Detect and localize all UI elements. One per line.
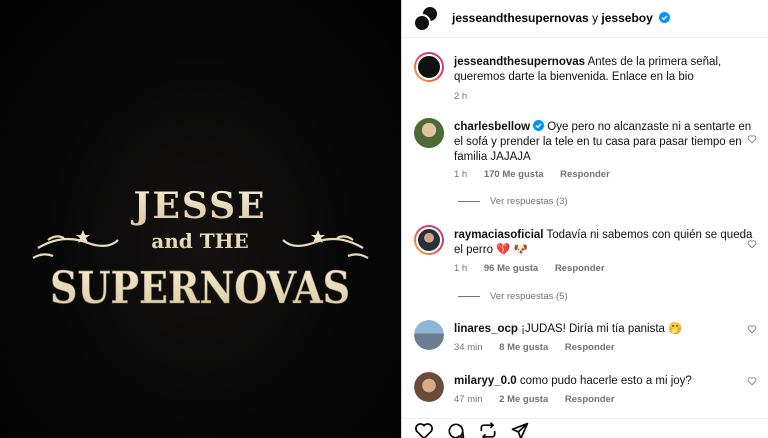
comment-user[interactable]: milaryy_0.0 [454,375,517,387]
caption-user[interactable]: jesseandthesupernovas [454,56,585,68]
comment-text: raymaciasoficial Todavía ni sabemos con … [454,228,754,258]
header-joiner: y [592,11,599,25]
comment-meta: 47 min 2 Me gusta Responder [454,394,629,405]
comment-icon[interactable] [446,421,466,438]
caption-meta: 2 h [454,91,481,102]
replies-divider [458,295,480,297]
comment-time: 34 min [454,342,483,353]
comment-text: milaryy_0.0 como pudo hacerle esto a mi … [454,374,754,389]
band-logo-art: JESSE and THE SUPERNOVAS [32,185,369,314]
comment-time: 47 min [454,394,483,405]
reply-button[interactable]: Responder [565,394,615,405]
view-replies-label: Ver respuestas (5) [490,291,568,302]
caption-time: 2 h [454,91,468,102]
logo-flourish-right [282,235,369,259]
band-logo: JESSE and THE SUPERNOVAS [18,178,383,328]
comment-meta: 34 min 8 Me gusta Responder [454,342,629,353]
comment-body: ¡JUDAS! Diría mi tía panista 🤭 [521,323,683,335]
comment-body: como pudo hacerle esto a mi joy? [519,375,692,387]
action-bar [402,418,768,438]
comment-likes[interactable]: 96 Me gusta [484,263,538,274]
header-user-2[interactable]: jesseboy [601,11,652,25]
heart-icon[interactable] [747,134,757,144]
reply-button[interactable]: Responder [555,263,605,274]
avatar[interactable] [414,320,444,350]
view-replies-button[interactable]: Ver respuestas (3) [458,196,568,207]
send-icon[interactable] [510,421,530,438]
view-replies-label: Ver respuestas (3) [490,196,568,207]
comment-user[interactable]: raymaciasoficial [454,229,544,241]
view-replies-button[interactable]: Ver respuestas (5) [458,291,568,302]
avatar [413,14,431,32]
comment-likes[interactable]: 2 Me gusta [499,394,548,405]
comment-likes[interactable]: 170 Me gusta [484,169,544,180]
header-avatars[interactable] [413,5,441,33]
logo-line-2: and THE [151,229,248,253]
avatar[interactable] [414,225,444,255]
heart-icon[interactable] [747,239,757,249]
comment-user[interactable]: charlesbellow [454,121,530,133]
header-title: jesseandthesupernovas y jesseboy [452,11,671,25]
heart-icon[interactable] [747,324,757,334]
post-media[interactable]: JESSE and THE SUPERNOVAS [0,0,401,438]
comment-user[interactable]: linares_ocp [454,323,518,335]
verified-icon [659,12,671,23]
header-user-1[interactable]: jesseandthesupernovas [452,11,589,25]
comment-meta: 1 h 96 Me gusta Responder [454,263,619,274]
share-icon[interactable] [478,421,498,438]
post-header: jesseandthesupernovas y jesseboy [402,0,768,38]
comment-time: 1 h [454,263,468,274]
replies-divider [458,200,480,202]
reply-button[interactable]: Responder [565,342,615,353]
avatar[interactable] [414,372,444,402]
verified-icon [533,120,545,131]
avatar[interactable] [414,118,444,148]
reply-button[interactable]: Responder [560,169,610,180]
comment-text: linares_ocp ¡JUDAS! Diría mi tía panista… [454,322,754,337]
comment-meta: 1 h 170 Me gusta Responder [454,169,624,180]
logo-line-3: SUPERNOVAS [50,263,350,314]
comment-likes[interactable]: 8 Me gusta [499,342,548,353]
logo-flourish-left [32,235,119,259]
heart-icon[interactable] [414,421,434,438]
caption-text: jesseandthesupernovas Antes de la primer… [454,55,754,85]
avatar[interactable] [414,52,444,82]
logo-line-1: JESSE [130,185,266,227]
comments-panel: jesseandthesupernovas y jesseboy jessean… [401,0,768,438]
comment-time: 1 h [454,169,468,180]
heart-icon[interactable] [747,376,757,386]
comment-text: charlesbellow Oye pero no alcanzaste ni … [454,120,754,165]
